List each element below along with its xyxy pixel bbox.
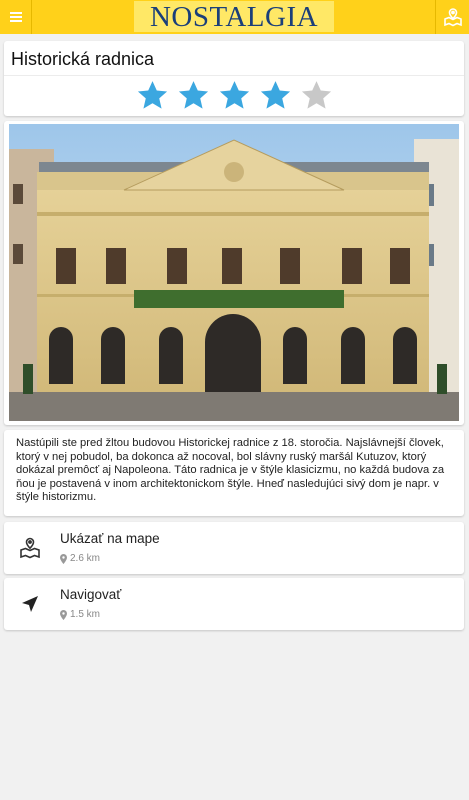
distance-value: 1.5 km — [70, 609, 101, 620]
map-pin-icon — [443, 8, 462, 27]
title-card: Historická radnica — [4, 41, 464, 116]
star-filled-icon[interactable] — [136, 79, 169, 112]
map-icon — [20, 537, 40, 559]
navigate-label: Navigovať — [60, 587, 122, 602]
location-pin-icon — [60, 553, 67, 564]
show-on-map-label: Ukázať na mape — [60, 531, 160, 546]
description-card: Nastúpili ste pred žltou budovou Histori… — [4, 430, 464, 516]
place-description: Nastúpili ste pred žltou budovou Histori… — [16, 437, 445, 503]
star-filled-icon[interactable] — [259, 79, 292, 112]
location-pin-icon — [60, 609, 67, 620]
brand-logo: NOSTALGIA — [134, 1, 334, 32]
star-empty-icon[interactable] — [300, 79, 333, 112]
hamburger-icon — [9, 12, 22, 22]
star-rating[interactable] — [4, 79, 464, 113]
show-on-map-button[interactable]: Ukázať na mape 2.6 km — [4, 522, 464, 574]
place-photo[interactable] — [9, 124, 459, 421]
map-button[interactable] — [435, 0, 469, 34]
distance-value: 2.6 km — [70, 553, 101, 564]
navigate-button[interactable]: Navigovať 1.5 km — [4, 578, 464, 630]
divider — [4, 75, 464, 76]
top-bar: NOSTALGIA — [0, 0, 469, 34]
place-title: Historická radnica — [11, 49, 155, 69]
star-filled-icon[interactable] — [177, 79, 210, 112]
menu-button[interactable] — [0, 0, 32, 34]
distance-readout: 1.5 km — [60, 609, 100, 620]
navigation-arrow-icon — [22, 596, 38, 612]
star-filled-icon[interactable] — [218, 79, 251, 112]
distance-readout: 2.6 km — [60, 553, 100, 564]
photo-card — [4, 121, 464, 425]
brand-name: NOSTALGIA — [149, 0, 319, 33]
